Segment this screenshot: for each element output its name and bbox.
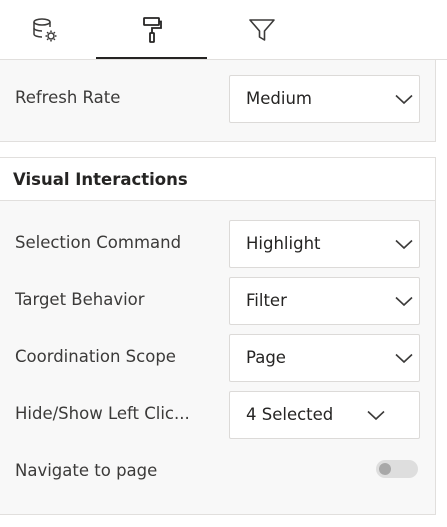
hide-show-left-click-value: 4 Selected — [246, 405, 334, 424]
chevron-down-icon — [367, 410, 385, 421]
tab-format[interactable] — [96, 0, 207, 60]
coordination-scope-value: Page — [246, 348, 286, 367]
tab-filter[interactable] — [214, 0, 310, 60]
refresh-rate-label: Refresh Rate — [15, 88, 121, 107]
visual-interactions-panel: Visual Interactions Selection Command Hi… — [0, 157, 436, 515]
chevron-down-icon — [395, 296, 413, 307]
database-gear-icon — [33, 18, 57, 42]
tab-bar — [0, 0, 447, 60]
chevron-down-icon — [395, 94, 413, 105]
target-behavior-value: Filter — [246, 291, 287, 310]
target-behavior-dropdown[interactable]: Filter — [229, 277, 420, 325]
paint-roller-icon — [142, 17, 162, 43]
hide-show-left-click-label: Hide/Show Left Clic... — [15, 404, 190, 423]
selection-command-dropdown[interactable]: Highlight — [229, 220, 420, 268]
visual-interactions-header[interactable]: Visual Interactions — [0, 158, 435, 201]
coordination-scope-label: Coordination Scope — [15, 347, 176, 366]
chevron-down-icon — [395, 353, 413, 364]
hide-show-left-click-dropdown[interactable]: 4 Selected — [229, 391, 420, 439]
navigate-to-page-label: Navigate to page — [15, 461, 158, 480]
coordination-scope-dropdown[interactable]: Page — [229, 334, 420, 382]
target-behavior-label: Target Behavior — [15, 290, 145, 309]
refresh-rate-value: Medium — [246, 89, 312, 108]
refresh-panel: Refresh Rate Medium — [0, 60, 436, 142]
navigate-to-page-toggle[interactable] — [376, 460, 418, 478]
refresh-rate-dropdown[interactable]: Medium — [229, 75, 420, 123]
section-title: Visual Interactions — [13, 170, 188, 189]
toggle-knob — [379, 463, 391, 475]
selection-command-label: Selection Command — [15, 233, 182, 252]
filter-icon — [249, 19, 275, 41]
chevron-down-icon — [395, 239, 413, 250]
tab-data[interactable] — [0, 0, 90, 60]
selection-command-value: Highlight — [246, 234, 321, 253]
